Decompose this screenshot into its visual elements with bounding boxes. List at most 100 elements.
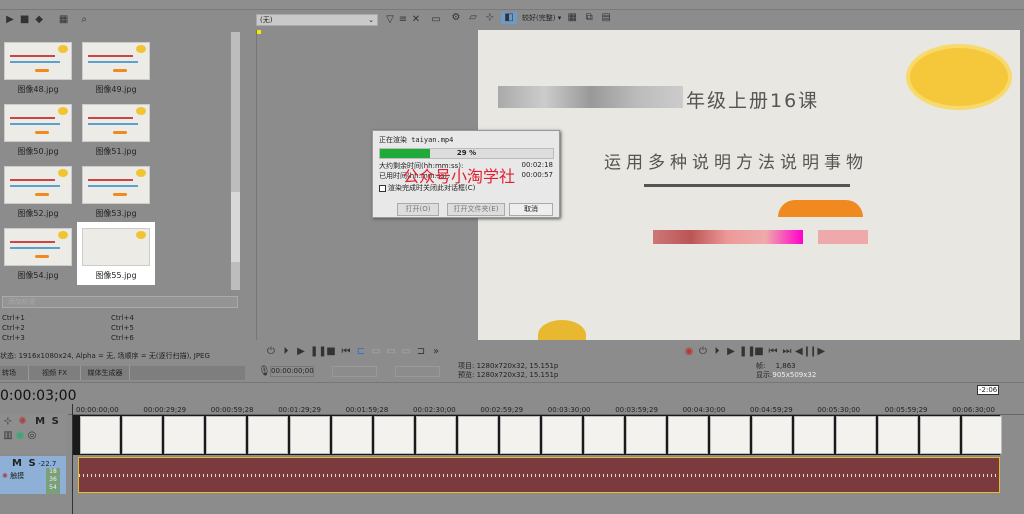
compositing-icon[interactable]: ▥ xyxy=(2,430,14,442)
thumbnail-label[interactable]: 图像49.jpg xyxy=(76,84,156,95)
overlay-icon[interactable]: ◧ xyxy=(501,12,517,24)
video-clip[interactable] xyxy=(920,416,960,454)
play-icon[interactable]: ▶ xyxy=(4,14,16,26)
close-icon[interactable]: ✕ xyxy=(410,14,422,26)
save-snapshot-icon[interactable]: ▤ xyxy=(600,12,612,24)
video-clip[interactable] xyxy=(962,416,1002,454)
explorer-scrollbar[interactable] xyxy=(231,32,240,290)
video-clip[interactable] xyxy=(626,416,666,454)
composite-mode-icon[interactable]: ◉ xyxy=(14,430,26,442)
tag-input[interactable]: 添加标签 xyxy=(2,296,238,308)
quality-dropdown[interactable]: 较好(完整) ▾ xyxy=(522,13,561,23)
thumbnail[interactable] xyxy=(82,228,150,266)
video-clip[interactable] xyxy=(542,416,582,454)
stop-icon[interactable]: ■ xyxy=(19,14,31,26)
video-clip[interactable] xyxy=(878,416,918,454)
fx-icon[interactable]: ✺ xyxy=(2,472,8,480)
next-frame-icon[interactable]: ❙▶ xyxy=(809,346,825,358)
audio-clip[interactable] xyxy=(78,457,1000,493)
thumbnail-label[interactable]: 图像50.jpg xyxy=(0,146,78,157)
thumbnail[interactable] xyxy=(4,166,72,204)
track-motion-icon[interactable]: ⊹ xyxy=(2,416,14,428)
thumbnail-label[interactable]: 图像51.jpg xyxy=(76,146,156,157)
pause-icon[interactable]: ❚❚ xyxy=(310,346,327,358)
playhead[interactable] xyxy=(72,404,73,514)
thumbnail-label[interactable]: 图像48.jpg xyxy=(0,84,78,95)
fit-icon[interactable]: ▭ xyxy=(400,346,412,358)
grid-icon[interactable]: ▦ xyxy=(566,12,578,24)
video-clip[interactable] xyxy=(752,416,792,454)
ruler-tick: 00:01:59;28 xyxy=(345,406,389,414)
video-clip[interactable] xyxy=(710,416,750,454)
prev-frame-icon[interactable]: ◀❙ xyxy=(795,346,811,358)
thumbnail[interactable] xyxy=(4,104,72,142)
video-clip[interactable] xyxy=(500,416,540,454)
video-clip[interactable] xyxy=(290,416,330,454)
play-icon[interactable]: ▶ xyxy=(295,346,307,358)
thumbnail[interactable] xyxy=(82,166,150,204)
open-button[interactable]: 打开(O) xyxy=(397,203,439,216)
close-when-done-checkbox[interactable] xyxy=(379,184,386,192)
stop-icon[interactable]: ■ xyxy=(325,346,337,358)
video-clip[interactable] xyxy=(374,416,414,454)
tab-video-fx[interactable]: 视频 FX xyxy=(28,366,80,380)
thumbnail[interactable] xyxy=(82,104,150,142)
video-clip[interactable] xyxy=(836,416,876,454)
insert-icon[interactable]: ▭ xyxy=(370,346,382,358)
more-icon[interactable]: » xyxy=(430,346,442,358)
video-clip[interactable] xyxy=(794,416,834,454)
pause-icon[interactable]: ❚❚ xyxy=(739,346,756,358)
add-icon[interactable]: ⊐ xyxy=(415,346,427,358)
overwrite-icon[interactable]: ▭ xyxy=(385,346,397,358)
record-icon[interactable]: ◉ xyxy=(683,346,695,358)
loop-icon[interactable]: ⏻ xyxy=(265,346,277,358)
thumbnail-label[interactable]: 图像54.jpg xyxy=(0,270,78,281)
go-to-start-icon[interactable]: ⏮ xyxy=(767,346,779,358)
trimmer-dropdown[interactable]: (无) ⌄ xyxy=(256,14,378,26)
cancel-button[interactable]: 取消 xyxy=(509,203,553,216)
tab-media-generators[interactable]: 媒体生成器 xyxy=(80,366,130,380)
video-clip[interactable] xyxy=(584,416,624,454)
video-clip[interactable] xyxy=(458,416,498,454)
video-clip[interactable] xyxy=(80,416,120,454)
video-clip[interactable] xyxy=(122,416,162,454)
window-icon[interactable]: ▭ xyxy=(430,14,442,26)
video-clip[interactable] xyxy=(206,416,246,454)
thumbnail[interactable] xyxy=(4,42,72,80)
video-clip[interactable] xyxy=(416,416,456,454)
open-folder-button[interactable]: 打开文件夹(E) xyxy=(447,203,505,216)
stop-icon[interactable]: ■ xyxy=(753,346,765,358)
go-to-end-icon[interactable]: ⏭ xyxy=(781,346,793,358)
search-icon[interactable]: ⌕ xyxy=(78,14,90,26)
video-clip[interactable] xyxy=(248,416,288,454)
thumbnail-label[interactable]: 图像53.jpg xyxy=(76,208,156,219)
thumbnail[interactable] xyxy=(82,42,150,80)
marker-icon[interactable]: ▽ xyxy=(384,14,396,26)
region-icon[interactable]: ≡ xyxy=(397,14,409,26)
split-screen-icon[interactable]: ⊹ xyxy=(484,12,496,24)
go-to-start-icon[interactable]: ⏮ xyxy=(340,346,352,358)
video-clip[interactable] xyxy=(668,416,708,454)
play-from-start-icon[interactable]: ⏵ xyxy=(711,346,723,358)
solo-button[interactable]: S xyxy=(52,416,59,427)
auto-preview-icon[interactable]: ◆ xyxy=(33,14,45,26)
external-monitor-icon[interactable]: ▱ xyxy=(467,12,479,24)
play-from-start-icon[interactable]: ⏵ xyxy=(280,346,292,358)
mute-button[interactable]: M xyxy=(12,458,22,469)
thumbnail-label[interactable]: 图像55.jpg xyxy=(76,270,156,281)
views-icon[interactable]: ▦ xyxy=(58,14,70,26)
solo-button[interactable]: S xyxy=(29,458,36,469)
video-clip[interactable] xyxy=(332,416,372,454)
thumbnail-label[interactable]: 图像52.jpg xyxy=(0,208,78,219)
set-in-icon[interactable]: ⊏ xyxy=(355,346,367,358)
tab-transitions[interactable]: 转场 xyxy=(0,366,28,380)
video-clip[interactable] xyxy=(164,416,204,454)
thumbnail[interactable] xyxy=(4,228,72,266)
loop-icon[interactable]: ⏻ xyxy=(697,346,709,358)
parent-icon[interactable]: ◎ xyxy=(26,430,38,442)
fx-icon[interactable]: ✺ xyxy=(17,416,29,428)
play-icon[interactable]: ▶ xyxy=(725,346,737,358)
gear-icon[interactable]: ⚙ xyxy=(450,12,462,24)
mute-button[interactable]: M xyxy=(35,416,45,427)
copy-snapshot-icon[interactable]: ⧉ xyxy=(583,12,595,24)
